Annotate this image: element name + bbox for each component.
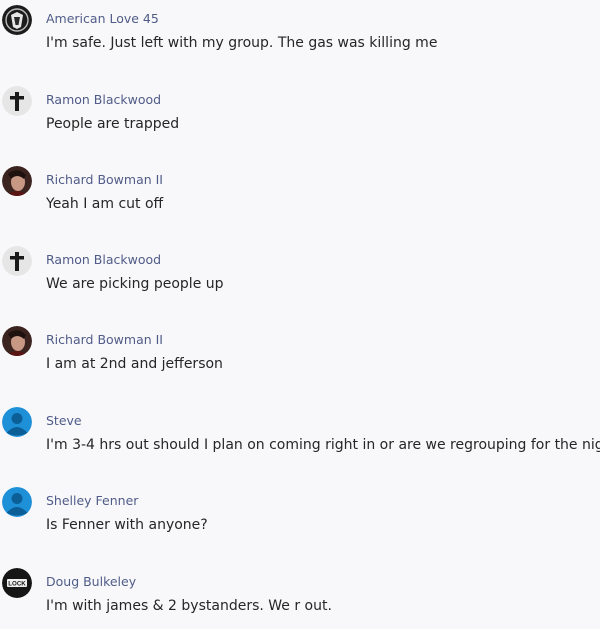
default-user-avatar-icon[interactable]	[2, 487, 32, 517]
message-text: I'm with james & 2 bystanders. We r out.	[46, 598, 332, 614]
chat-message: LOCK Doug Bulkeley I'm with james & 2 by…	[0, 567, 600, 629]
chat-message: American Love 45 I'm safe. Just left wit…	[0, 4, 600, 66]
chat-message: Richard Bowman II I am at 2nd and jeffer…	[0, 325, 600, 387]
message-author[interactable]: Richard Bowman II	[46, 172, 163, 187]
photo-avatar-icon[interactable]	[2, 166, 32, 196]
message-author[interactable]: American Love 45	[46, 11, 159, 26]
default-user-avatar-icon[interactable]	[2, 407, 32, 437]
message-text: I'm 3-4 hrs out should I plan on coming …	[46, 437, 600, 453]
chat-message: Shelley Fenner Is Fenner with anyone?	[0, 486, 600, 548]
chat-message: Ramon Blackwood People are trapped	[0, 85, 600, 147]
message-author[interactable]: Ramon Blackwood	[46, 252, 161, 267]
chat-message: Steve I'm 3-4 hrs out should I plan on c…	[0, 406, 600, 468]
message-text: I am at 2nd and jefferson	[46, 356, 223, 372]
lock-logo-text: LOCK	[8, 581, 26, 588]
message-author[interactable]: Richard Bowman II	[46, 332, 163, 347]
message-text: We are picking people up	[46, 276, 224, 292]
cross-avatar-icon[interactable]	[2, 86, 32, 116]
message-author[interactable]: Steve	[46, 413, 82, 428]
chat-message: Richard Bowman II Yeah I am cut off	[0, 165, 600, 227]
message-text: Is Fenner with anyone?	[46, 517, 208, 533]
dark-emblem-avatar-icon[interactable]	[2, 5, 32, 35]
message-text: People are trapped	[46, 116, 180, 132]
photo-avatar-icon[interactable]	[2, 326, 32, 356]
cross-avatar-icon[interactable]	[2, 246, 32, 276]
message-text: I'm safe. Just left with my group. The g…	[46, 35, 438, 51]
message-author[interactable]: Ramon Blackwood	[46, 92, 161, 107]
chat-message: Ramon Blackwood We are picking people up	[0, 245, 600, 307]
chat-feed: American Love 45 I'm safe. Just left wit…	[0, 0, 600, 618]
lock-logo-avatar-icon[interactable]: LOCK	[2, 568, 32, 598]
message-author[interactable]: Shelley Fenner	[46, 493, 138, 508]
message-author[interactable]: Doug Bulkeley	[46, 574, 136, 589]
message-text: Yeah I am cut off	[46, 196, 164, 212]
